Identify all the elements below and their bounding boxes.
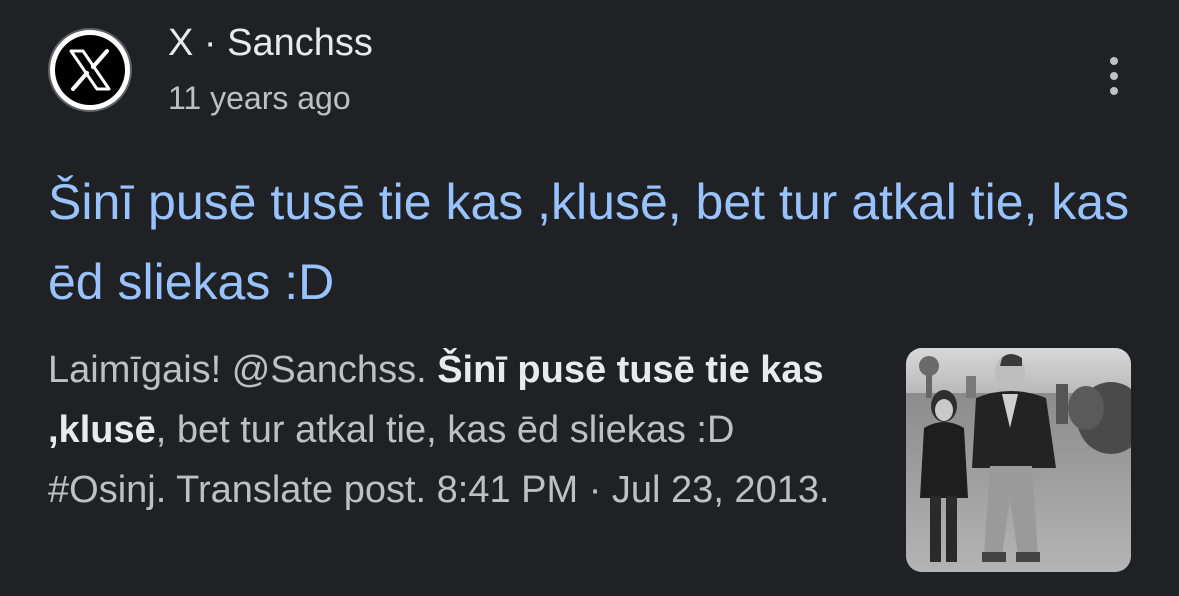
- source-author: Sanchss: [227, 22, 373, 64]
- x-logo-inner: [55, 35, 125, 105]
- more-vert-icon: [1110, 72, 1118, 80]
- snippet-text-before: Laimīgais! @Sanchss.: [48, 349, 438, 391]
- more-options-button[interactable]: [1094, 52, 1134, 100]
- result-age: 11 years ago: [168, 80, 351, 116]
- snippet-text-after: , bet tur atkal tie, kas ēd sliekas :D #…: [48, 409, 830, 511]
- search-result-card: X · Sanchss 11 years ago Šinī pusē tusē …: [0, 0, 1179, 596]
- source-line[interactable]: X · Sanchss: [168, 20, 373, 66]
- result-title-link[interactable]: Šinī pusē tusē tie kas ,klusē, bet tur a…: [48, 162, 1148, 322]
- photo-thumbnail[interactable]: [906, 348, 1131, 572]
- source-site: X: [168, 22, 194, 64]
- x-logo-icon[interactable]: [48, 28, 132, 112]
- photo-thumbnail-image: [906, 348, 1131, 572]
- more-vert-icon: [1110, 57, 1118, 65]
- x-logo-glyph: [69, 49, 111, 91]
- result-snippet: Laimīgais! @Sanchss. Šinī pusē tusē tie …: [48, 340, 858, 520]
- more-vert-icon: [1110, 87, 1118, 95]
- source-separator: ·: [193, 22, 228, 64]
